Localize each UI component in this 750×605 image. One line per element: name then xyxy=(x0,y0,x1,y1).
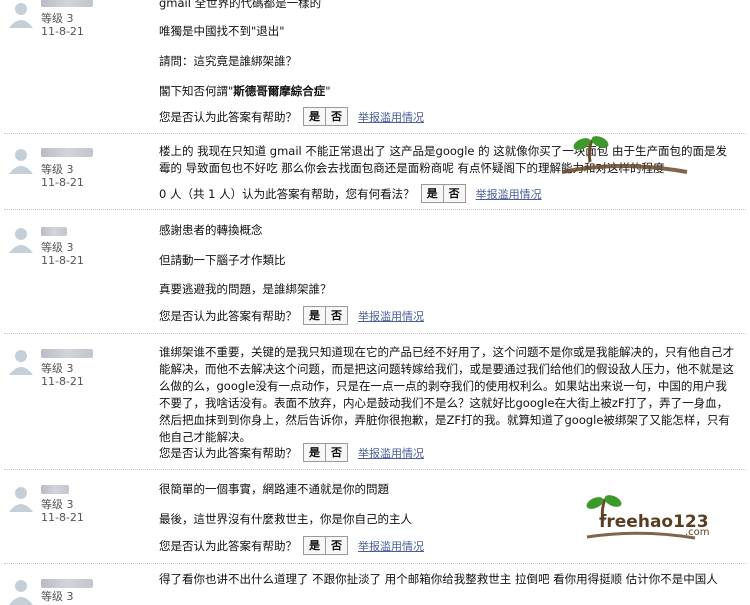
answer-paragraph: 最後，這世界沒有什麼救世主，你是你自己的主人 xyxy=(159,512,412,526)
vote-no-button[interactable]: 否 xyxy=(325,307,347,324)
helpful-question: 您是否认为此答案有帮助？ xyxy=(159,308,297,323)
helpful-question: 您是否认为此答案有帮助？ xyxy=(159,109,297,124)
answer-paragraph: 閣下知否何謂"斯德哥爾摩綜合症" xyxy=(159,84,331,98)
report-abuse-link[interactable]: 举报滥用情况 xyxy=(358,109,424,125)
helpful-question: 您是否认为此答案有帮助？ xyxy=(159,445,297,460)
avatar xyxy=(6,484,36,512)
user-level: 等级 3 xyxy=(41,241,74,254)
username-blurred xyxy=(41,0,93,7)
user-avatar-icon xyxy=(9,149,33,174)
answer-date: 11-8-21 xyxy=(41,176,84,189)
user-avatar-icon xyxy=(9,580,33,605)
helpful-vote-row: 0 人（共 1 人）认为此答案有帮助，您有何看法？ 是 否 举报滥用情况 xyxy=(159,184,542,203)
user-level: 等级 3 xyxy=(41,163,74,176)
answer-date: 11-8-21 xyxy=(41,254,84,267)
helpful-vote-row: 您是否认为此答案有帮助？ 是 否 举报滥用情况 xyxy=(159,536,424,555)
vote-no-button[interactable]: 否 xyxy=(442,185,465,202)
answer-date: 11-8-21 xyxy=(41,375,84,388)
vote-yes-button[interactable]: 是 xyxy=(304,108,325,125)
avatar xyxy=(6,347,36,375)
user-avatar-icon xyxy=(9,3,33,28)
vote-yes-button[interactable]: 是 xyxy=(304,307,325,324)
freehao123-watermark-logo xyxy=(562,136,688,174)
username-blurred xyxy=(41,485,69,494)
username-blurred xyxy=(41,227,67,236)
answer-paragraph: 唯獨是中國找不到"退出" xyxy=(159,24,285,38)
answer-paragraph: 但請動一下腦子才作類比 xyxy=(159,253,286,267)
vote-no-button[interactable]: 否 xyxy=(325,108,347,125)
report-abuse-link[interactable]: 举报滥用情况 xyxy=(358,445,424,461)
answer-paragraph: 請問：這究竟是誰綁架誰？ xyxy=(159,54,297,68)
report-abuse-link[interactable]: 举报滥用情况 xyxy=(358,538,424,554)
answer-paragraph: gmail 全世界的代碼都是一樣的 xyxy=(159,0,322,10)
answer-body: 谁绑架谁不重要，关键的是我只知道现在它的产品已经不好用了，这个问题不是你或是我能… xyxy=(159,345,734,444)
vote-no-button[interactable]: 否 xyxy=(325,537,347,554)
vote-yes-button[interactable]: 是 xyxy=(421,185,443,202)
user-level: 等级 3 xyxy=(41,590,74,603)
helpful-question: 0 人（共 1 人）认为此答案有帮助，您有何看法？ xyxy=(159,186,415,201)
vote-no-button[interactable]: 否 xyxy=(325,444,347,461)
helpful-question: 您是否认为此答案有帮助？ xyxy=(159,538,297,553)
answer-divider xyxy=(4,333,746,334)
vote-buttons: 是 否 xyxy=(303,306,348,325)
answer-date: 11-8-21 xyxy=(41,25,84,38)
helpful-vote-row: 您是否认为此答案有帮助？ 是 否 举报滥用情况 xyxy=(159,306,424,325)
answer-divider xyxy=(4,209,746,210)
vote-buttons: 是 否 xyxy=(303,443,348,462)
vote-buttons: 是 否 xyxy=(303,107,348,126)
user-level: 等级 3 xyxy=(41,12,74,25)
answer-date: 11-8-21 xyxy=(41,511,84,524)
avatar xyxy=(6,225,36,253)
user-level: 等级 3 xyxy=(41,362,74,375)
user-avatar-icon xyxy=(9,228,33,253)
report-abuse-link[interactable]: 举报滥用情况 xyxy=(476,186,542,202)
user-level: 等级 3 xyxy=(41,498,74,511)
avatar xyxy=(6,0,36,28)
vote-yes-button[interactable]: 是 xyxy=(304,444,325,461)
username-blurred xyxy=(41,349,93,358)
avatar xyxy=(6,146,36,174)
vote-buttons: 是 否 xyxy=(303,536,348,555)
answer-body: 得了看你也讲不出什么道理了 不跟你扯淡了 用个邮箱你给我整救世主 拉倒吧 看你用… xyxy=(159,572,718,586)
helpful-vote-row: 您是否认为此答案有帮助？ 是 否 举报滥用情况 xyxy=(159,443,424,462)
username-blurred xyxy=(41,579,93,588)
username-blurred xyxy=(41,148,93,157)
user-avatar-icon xyxy=(9,487,33,512)
freehao123-watermark-logo: freehao123 .com xyxy=(586,495,710,540)
answer-paragraph: 很簡單的一個事實，網路連不通就是你的問題 xyxy=(159,482,389,496)
user-avatar-icon xyxy=(9,350,33,375)
answer-divider xyxy=(4,469,746,470)
report-abuse-link[interactable]: 举报滥用情况 xyxy=(358,308,424,324)
helpful-vote-row: 您是否认为此答案有帮助？ 是 否 举报滥用情况 xyxy=(159,107,424,126)
answer-paragraph: 感謝患者的轉換概念 xyxy=(159,223,263,237)
answer-divider xyxy=(4,563,746,564)
vote-yes-button[interactable]: 是 xyxy=(304,537,325,554)
avatar xyxy=(6,577,36,605)
answer-paragraph: 真要逃避我的問題，是誰綁架誰？ xyxy=(159,282,332,296)
vote-buttons: 是 否 xyxy=(420,184,466,203)
